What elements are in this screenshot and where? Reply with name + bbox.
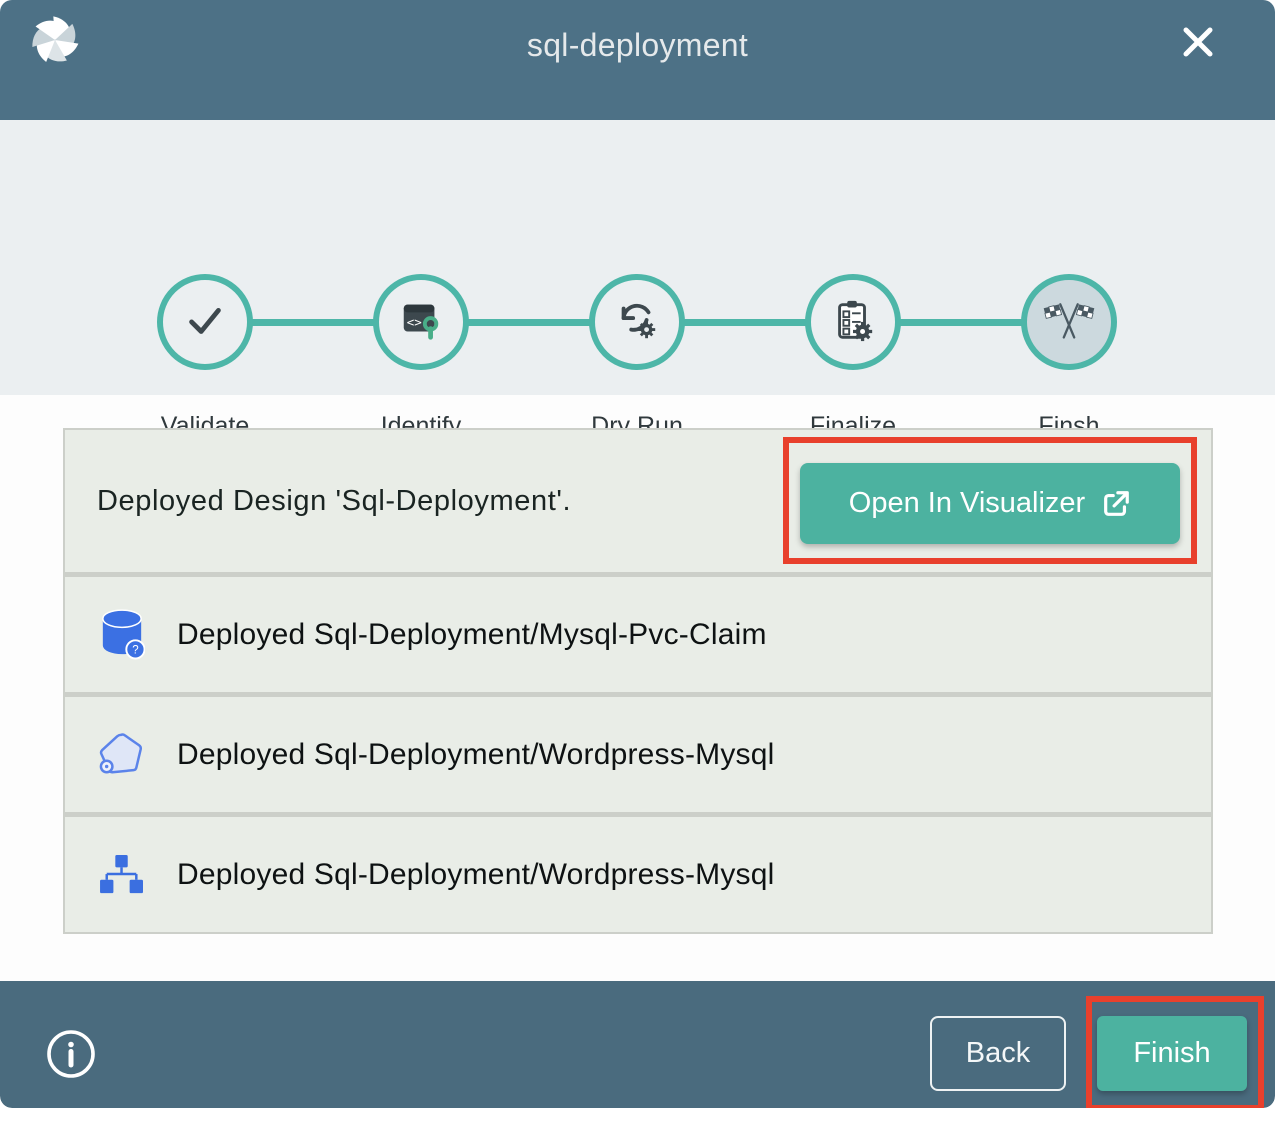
code-config-icon: <> bbox=[398, 297, 444, 348]
finish-button[interactable]: Finish bbox=[1097, 1016, 1247, 1091]
sitemap-hierarchy-icon bbox=[98, 854, 146, 896]
deployed-design-message: Deployed Design 'Sql-Deployment'. bbox=[97, 485, 571, 518]
open-in-visualizer-label: Open In Visualizer bbox=[849, 487, 1085, 520]
check-icon bbox=[182, 297, 228, 348]
step-identify-environments[interactable]: <> bbox=[373, 274, 469, 370]
result-row-mysql-pvc-claim: ? Deployed Sql-Deployment/Mysql-Pvc-Clai… bbox=[65, 572, 1211, 692]
info-icon[interactable] bbox=[45, 1028, 97, 1080]
result-row-wordpress-mysql-hierarchy: Deployed Sql-Deployment/Wordpress-Mysql bbox=[65, 812, 1211, 932]
dry-run-sync-gear-icon bbox=[614, 297, 660, 348]
open-in-visualizer-button[interactable]: Open In Visualizer bbox=[800, 463, 1180, 544]
external-link-icon bbox=[1101, 489, 1131, 519]
checkered-flags-icon bbox=[1041, 292, 1097, 353]
database-icon: ? bbox=[98, 609, 146, 661]
deployment-wizard-modal: sql-deployment bbox=[0, 0, 1275, 1108]
wizard-stepper: <> bbox=[0, 120, 1275, 395]
result-item-text: Deployed Sql-Deployment/Wordpress-Mysql bbox=[177, 858, 774, 892]
pentagon-component-icon bbox=[98, 732, 146, 778]
svg-text:<>: <> bbox=[407, 314, 422, 329]
modal-footer bbox=[0, 981, 1275, 1108]
step-dry-run[interactable] bbox=[589, 274, 685, 370]
modal-title: sql-deployment bbox=[0, 0, 1275, 90]
back-button[interactable]: Back bbox=[930, 1016, 1066, 1091]
step-validate-design[interactable] bbox=[157, 274, 253, 370]
clipboard-gear-icon bbox=[830, 297, 876, 348]
close-icon[interactable] bbox=[1177, 21, 1219, 63]
result-row-wordpress-mysql-component: Deployed Sql-Deployment/Wordpress-Mysql bbox=[65, 692, 1211, 812]
meshery-logo-icon bbox=[28, 13, 82, 67]
svg-text:?: ? bbox=[132, 644, 138, 656]
modal-header: sql-deployment bbox=[0, 0, 1275, 120]
step-finalize-deployment[interactable] bbox=[805, 274, 901, 370]
step-finish[interactable] bbox=[1021, 274, 1117, 370]
result-item-text: Deployed Sql-Deployment/Mysql-Pvc-Claim bbox=[177, 618, 767, 652]
result-item-text: Deployed Sql-Deployment/Wordpress-Mysql bbox=[177, 738, 774, 772]
